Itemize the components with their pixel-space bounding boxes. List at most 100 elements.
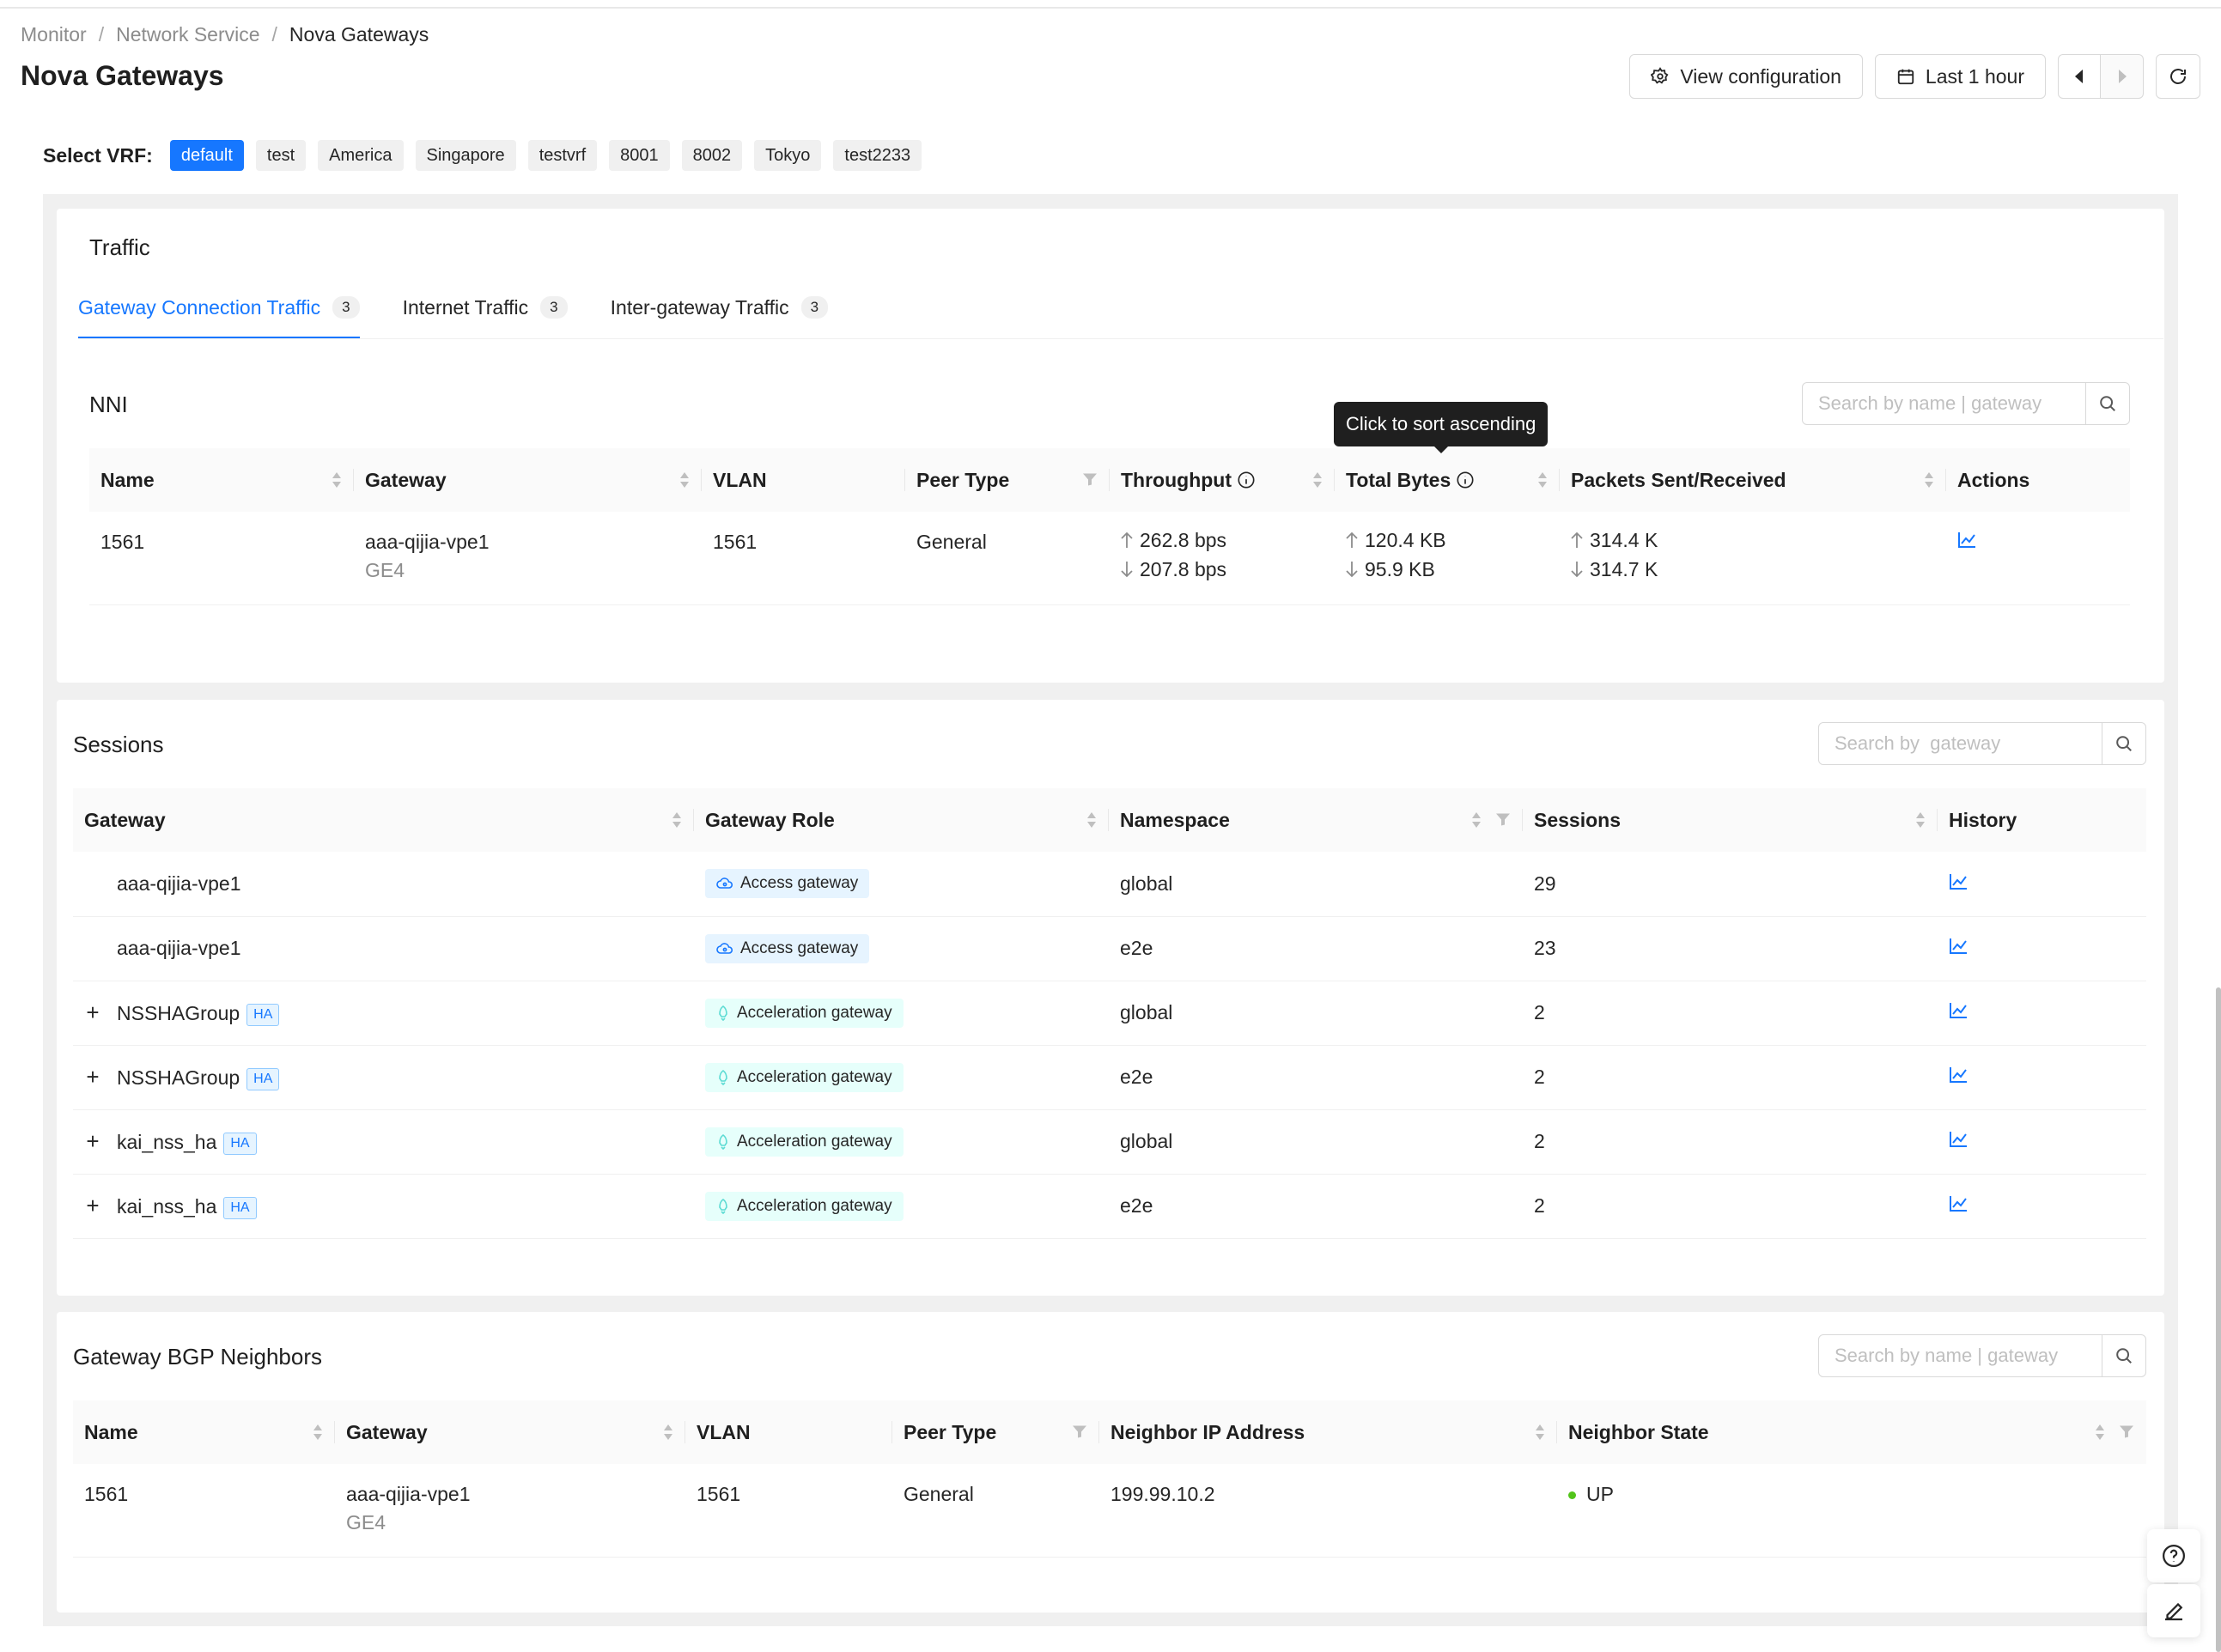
expand-row-icon[interactable]: + xyxy=(84,1128,101,1155)
cell-sessions: 2 xyxy=(1523,1045,1938,1110)
bgp-search-button[interactable] xyxy=(2102,1335,2145,1376)
traffic-card xyxy=(57,209,2164,683)
column-header-throughput[interactable]: Throughput xyxy=(1110,448,1335,512)
cell-name: 1561 xyxy=(89,512,354,605)
line-chart-icon[interactable] xyxy=(1949,1131,1968,1148)
sort-icon[interactable] xyxy=(679,471,690,489)
gateway-role-label: Access gateway xyxy=(740,874,859,893)
gateway-role-tag: Acceleration gateway xyxy=(705,1127,904,1157)
gateway-role-label: Acceleration gateway xyxy=(737,1196,892,1215)
edit-icon xyxy=(2165,1602,2183,1621)
page-scrollbar[interactable] xyxy=(2216,987,2221,1652)
sessions-search-input[interactable] xyxy=(1819,723,2102,764)
cell-history xyxy=(1938,1109,2146,1175)
sort-icon[interactable] xyxy=(313,1424,323,1441)
sort-icon[interactable] xyxy=(1312,471,1323,489)
tab-inter-gateway-traffic[interactable]: Inter-gateway Traffic 3 xyxy=(610,296,829,339)
cell-gateway-role: Access gateway xyxy=(694,916,1109,981)
filter-icon[interactable] xyxy=(1495,809,1511,832)
info-icon[interactable] xyxy=(1456,471,1475,489)
column-header-gateway[interactable]: Gateway xyxy=(335,1400,685,1464)
cell-gateway: + kai_nss_ha HA xyxy=(73,1174,694,1239)
vrf-option-default[interactable]: default xyxy=(169,140,244,171)
sort-icon[interactable] xyxy=(672,811,682,829)
column-label: Actions xyxy=(1957,468,2030,491)
column-header-neighbor-ip[interactable]: Neighbor IP Address xyxy=(1099,1400,1557,1464)
breadcrumb-network-service[interactable]: Network Service xyxy=(116,23,259,46)
sort-icon[interactable] xyxy=(2095,1424,2105,1441)
line-chart-icon[interactable] xyxy=(1957,531,1976,549)
gateway-role-tag: Acceleration gateway xyxy=(705,1062,904,1092)
expand-row-icon[interactable]: + xyxy=(84,1064,101,1090)
traffic-tabs: Gateway Connection Traffic 3 Internet Tr… xyxy=(78,296,871,339)
next-period-button[interactable] xyxy=(2101,54,2144,99)
sort-icon[interactable] xyxy=(1535,1424,1545,1441)
previous-period-button[interactable] xyxy=(2058,54,2101,99)
sessions-search-button[interactable] xyxy=(2102,723,2145,764)
cell-vlan: 1561 xyxy=(685,1464,892,1558)
tab-label: Inter-gateway Traffic xyxy=(610,296,789,319)
view-configuration-button[interactable]: View configuration xyxy=(1629,54,1863,99)
sort-tooltip: Click to sort ascending xyxy=(1334,402,1549,453)
vrf-option-test2233[interactable]: test2233 xyxy=(833,140,922,171)
cell-peer-type: General xyxy=(892,1464,1099,1558)
column-header-gateway-role[interactable]: Gateway Role xyxy=(694,788,1109,852)
sort-icon[interactable] xyxy=(1086,811,1097,829)
tab-gateway-connection-traffic[interactable]: Gateway Connection Traffic 3 xyxy=(78,296,360,339)
column-header-gateway[interactable]: Gateway xyxy=(73,788,694,852)
vrf-option-8001[interactable]: 8001 xyxy=(609,140,670,171)
gateway-role-tag: Access gateway xyxy=(705,869,870,899)
sort-icon[interactable] xyxy=(1471,811,1482,829)
column-header-neighbor-state[interactable]: Neighbor State xyxy=(1557,1400,2146,1464)
line-chart-icon[interactable] xyxy=(1949,938,1968,955)
help-button[interactable] xyxy=(2147,1529,2200,1582)
time-range-button[interactable]: Last 1 hour xyxy=(1874,54,2046,99)
cell-sessions: 2 xyxy=(1523,1174,1938,1239)
column-header-name[interactable]: Name xyxy=(73,1400,335,1464)
expand-row-icon[interactable]: + xyxy=(84,999,101,1026)
tab-internet-traffic[interactable]: Internet Traffic 3 xyxy=(403,296,568,339)
info-icon[interactable] xyxy=(1237,471,1256,489)
cell-gateway: aaa-qijia-vpe1 xyxy=(73,916,694,981)
column-header-packets[interactable]: Packets Sent/Received xyxy=(1560,448,1946,512)
vrf-option-8002[interactable]: 8002 xyxy=(681,140,743,171)
line-chart-icon[interactable] xyxy=(1949,1195,1968,1212)
filter-icon[interactable] xyxy=(1072,1421,1087,1444)
vrf-option-testvrf[interactable]: testvrf xyxy=(527,140,598,171)
expand-row-icon[interactable]: + xyxy=(84,1193,101,1219)
cloud-gateway-icon xyxy=(716,942,733,954)
rocket-icon xyxy=(719,1198,727,1214)
column-header-namespace[interactable]: Namespace xyxy=(1109,788,1523,852)
breadcrumb-monitor[interactable]: Monitor xyxy=(21,23,87,46)
nni-search-button[interactable] xyxy=(2085,383,2129,424)
column-header-name[interactable]: Name xyxy=(89,448,354,512)
filter-icon[interactable] xyxy=(1082,469,1098,492)
cell-history xyxy=(1938,1045,2146,1110)
vrf-option-tokyo[interactable]: Tokyo xyxy=(754,140,822,171)
gateway-role-label: Access gateway xyxy=(740,938,859,957)
sort-icon[interactable] xyxy=(1924,471,1934,489)
line-chart-icon[interactable] xyxy=(1949,873,1968,890)
sort-icon[interactable] xyxy=(663,1424,673,1441)
vrf-option-america[interactable]: America xyxy=(318,140,404,171)
column-header-gateway[interactable]: Gateway xyxy=(354,448,702,512)
search-icon xyxy=(2116,1348,2132,1364)
edit-button[interactable] xyxy=(2147,1584,2200,1637)
column-header-total-bytes[interactable]: Total Bytes xyxy=(1335,448,1560,512)
refresh-button[interactable] xyxy=(2156,54,2200,99)
vrf-option-test[interactable]: test xyxy=(255,140,307,171)
sort-icon[interactable] xyxy=(332,471,342,489)
sort-icon[interactable] xyxy=(1537,471,1548,489)
nni-search-input[interactable] xyxy=(1803,383,2085,424)
vrf-option-singapore[interactable]: Singapore xyxy=(415,140,516,171)
bgp-search-input[interactable] xyxy=(1819,1335,2102,1376)
table-row: 1561 aaa-qijia-vpe1 GE4 1561 General 262… xyxy=(89,512,2130,605)
column-header-sessions[interactable]: Sessions xyxy=(1523,788,1938,852)
line-chart-icon[interactable] xyxy=(1949,1066,1968,1084)
cell-gateway-role: Acceleration gateway xyxy=(694,1174,1109,1239)
filter-icon[interactable] xyxy=(2119,1421,2134,1444)
sort-icon[interactable] xyxy=(1915,811,1926,829)
line-chart-icon[interactable] xyxy=(1949,1002,1968,1019)
top-divider xyxy=(0,7,2221,9)
cell-gateway-role: Access gateway xyxy=(694,852,1109,917)
